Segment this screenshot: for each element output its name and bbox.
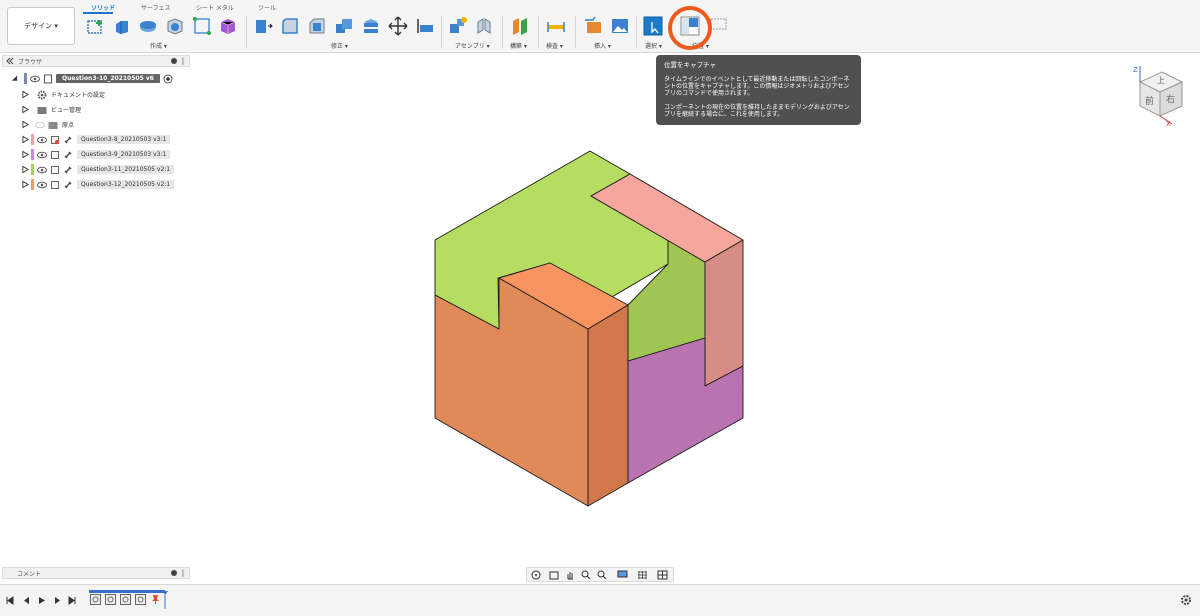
pink-piece-side[interactable] — [704, 239, 744, 387]
step-forward-icon[interactable] — [54, 596, 62, 605]
timeline-marker-icon[interactable] — [162, 591, 168, 609]
look-at-icon[interactable] — [549, 570, 559, 580]
timeline — [0, 584, 1200, 616]
z-axis-label: Z — [1133, 66, 1138, 74]
display-settings-icon[interactable] — [617, 570, 629, 580]
x-axis-label: X — [1166, 120, 1171, 128]
model-viewport[interactable] — [0, 0, 1200, 616]
go-to-start-icon[interactable] — [6, 596, 14, 605]
fit-zoom-icon[interactable] — [597, 570, 609, 580]
orange-piece-side[interactable] — [587, 304, 629, 507]
fusion-app-window: デザイン ▾ ソリッド サーフェス シート メタル ツール 作成 ▾ 修正 ▾ … — [0, 0, 1200, 616]
timeline-settings-gear-icon[interactable] — [1180, 594, 1192, 606]
timeline-component-icon[interactable] — [135, 594, 146, 605]
view-cube-right-label: 右 — [1166, 93, 1175, 105]
comments-label: コメント — [17, 570, 42, 578]
pan-hand-icon[interactable] — [565, 570, 575, 580]
panel-grip-icon[interactable]: ‖ — [182, 569, 186, 577]
step-back-icon[interactable] — [22, 596, 30, 605]
grid-settings-icon[interactable] — [637, 570, 649, 580]
timeline-component-icon[interactable] — [105, 594, 116, 605]
play-icon[interactable] — [38, 596, 46, 605]
timeline-component-icon[interactable] — [90, 594, 101, 605]
view-cube-top-label: 上 — [1157, 76, 1165, 85]
timeline-component-icon[interactable] — [120, 594, 131, 605]
comments-panel-header[interactable]: コメント ‖ — [2, 567, 190, 579]
view-cube-front-label: 前 — [1145, 95, 1154, 107]
timeline-pin-icon[interactable] — [150, 593, 161, 605]
orbit-icon[interactable] — [530, 570, 542, 580]
navigation-bar — [526, 567, 674, 582]
viewports-icon[interactable] — [657, 570, 669, 580]
comments-toggle-icon[interactable] — [170, 569, 178, 577]
view-cube[interactable]: 上 前 右 Z X — [1128, 64, 1192, 128]
zoom-icon[interactable] — [581, 570, 591, 580]
go-to-end-icon[interactable] — [68, 596, 76, 605]
